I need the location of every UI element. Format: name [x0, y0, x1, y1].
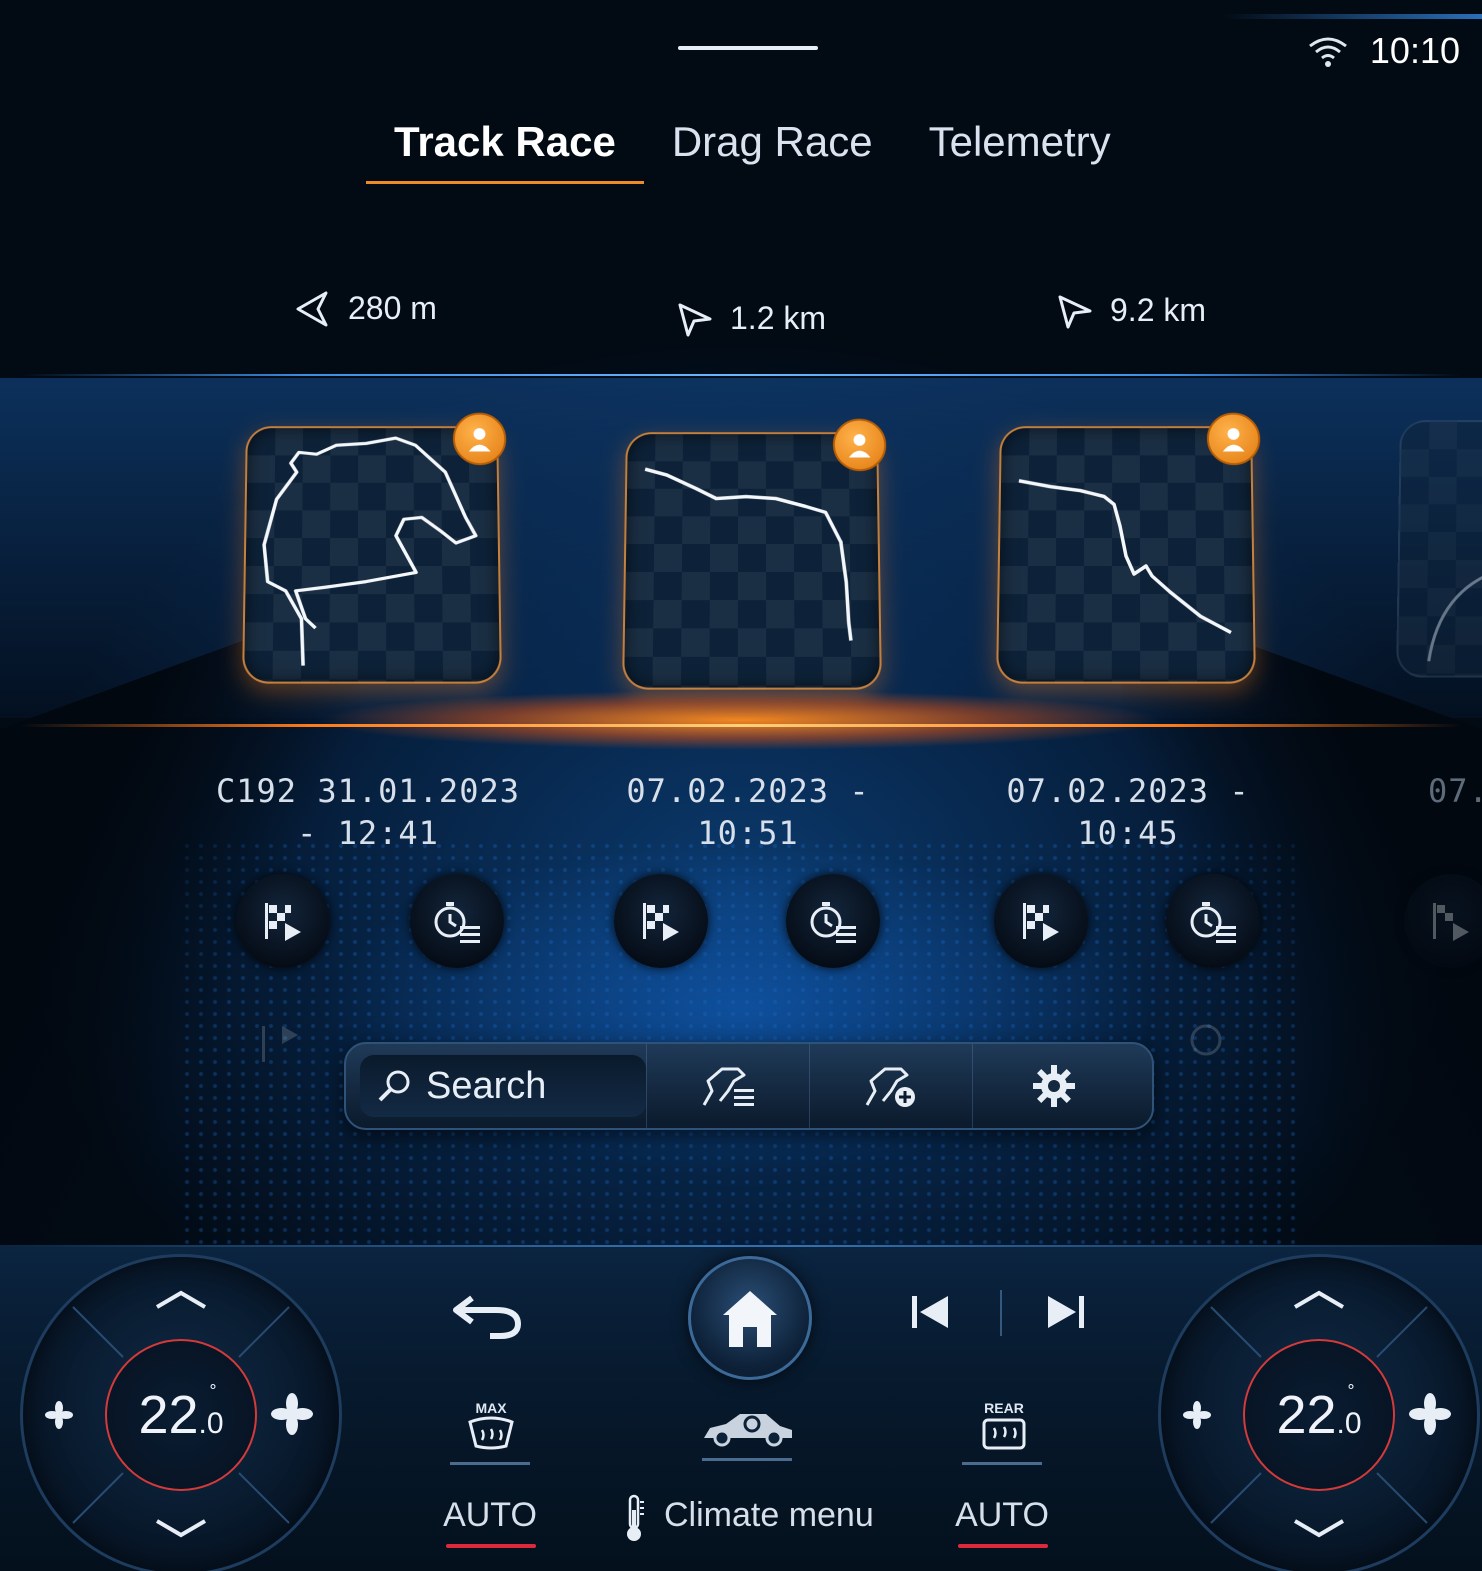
- direction-arrow-icon: [296, 291, 328, 326]
- track-date-4: 07.: [1428, 772, 1482, 810]
- stopwatch-list-icon: [434, 902, 480, 943]
- start-race-button[interactable]: [994, 874, 1088, 968]
- track-toolbar: Search: [344, 1042, 1154, 1130]
- chevron-up-icon[interactable]: [153, 1287, 209, 1311]
- home-button[interactable]: [688, 1256, 812, 1380]
- media-divider: [1000, 1290, 1002, 1336]
- track-card-4[interactable]: [1396, 420, 1482, 678]
- right-auto-label[interactable]: AUTO: [942, 1496, 1062, 1535]
- mode-tabs: Track Race Drag Race Telemetry: [366, 110, 1139, 184]
- fan-high-icon[interactable]: [1409, 1393, 1451, 1435]
- checkered-flag-play-icon: [643, 903, 679, 941]
- add-track-button[interactable]: [809, 1044, 972, 1128]
- previous-track-icon[interactable]: [908, 1292, 952, 1332]
- start-race-button[interactable]: [236, 874, 330, 968]
- reflection-flag-icon: [262, 1026, 298, 1062]
- rear-defrost-indicator: [962, 1462, 1042, 1465]
- track-race-screen: 10:10 Track Race Drag Race Telemetry 280…: [0, 0, 1482, 1571]
- direction-arrow-icon: [1058, 295, 1092, 328]
- lap-times-button[interactable]: [786, 874, 880, 968]
- user-badge-icon: [1206, 412, 1261, 466]
- recirculation-indicator: [702, 1458, 792, 1461]
- chevron-up-icon[interactable]: [1291, 1287, 1347, 1311]
- left-temp-value: 22: [138, 1385, 199, 1445]
- track-map-4: [1398, 422, 1482, 675]
- track-card-3[interactable]: [996, 412, 1261, 684]
- chevron-down-icon[interactable]: [1291, 1517, 1347, 1541]
- settings-button[interactable]: [972, 1044, 1135, 1128]
- rear-defrost-label: REAR: [984, 1400, 1024, 1416]
- track-distance-3: 9.2 km: [1056, 292, 1206, 329]
- checkered-flag-play-icon: [265, 903, 301, 941]
- max-defrost-label: MAX: [475, 1400, 507, 1416]
- stopwatch-list-icon: [1190, 902, 1236, 943]
- right-temp-decimal: .0: [1336, 1407, 1362, 1440]
- left-auto-label[interactable]: AUTO: [430, 1496, 550, 1535]
- rear-defrost-icon[interactable]: [980, 1416, 1028, 1456]
- wifi-icon: [1308, 37, 1347, 67]
- track-card-1[interactable]: [242, 412, 507, 684]
- next-track-icon[interactable]: [1044, 1292, 1088, 1332]
- track-date-1: C192 31.01.2023 - 12:41: [216, 772, 520, 852]
- track-map-2: [624, 434, 880, 687]
- checkered-flag-play-icon: [1433, 903, 1469, 941]
- lap-times-button[interactable]: [1166, 874, 1260, 968]
- left-auto-indicator: [446, 1544, 536, 1548]
- track-distance-1: 280 m: [296, 290, 437, 327]
- track-map-1: [244, 428, 500, 681]
- horizon-glow-line: [20, 374, 1462, 376]
- track-list-icon: [702, 1067, 754, 1106]
- top-glow: [1222, 14, 1482, 19]
- drag-handle[interactable]: [678, 46, 818, 50]
- clock: 10:10: [1369, 30, 1460, 71]
- fan-low-icon[interactable]: [45, 1401, 73, 1429]
- degree-symbol: °: [1347, 1381, 1355, 1400]
- left-temperature-dial[interactable]: 22.0 °: [20, 1254, 342, 1571]
- search-icon: [378, 1070, 410, 1102]
- max-defrost-indicator: [450, 1462, 530, 1465]
- thermometer-icon: [627, 1494, 644, 1541]
- track-card-2[interactable]: [622, 418, 887, 690]
- gear-icon: [1033, 1065, 1075, 1107]
- add-track-icon: [865, 1067, 915, 1107]
- track-map-3: [998, 428, 1254, 681]
- reflection-stopwatch-icon: [1190, 1024, 1222, 1056]
- user-badge-icon: [452, 412, 507, 466]
- home-icon: [723, 1291, 777, 1347]
- user-badge-icon: [832, 418, 887, 472]
- left-temperature-display: 22.0 °: [105, 1339, 257, 1491]
- right-auto-indicator: [958, 1544, 1048, 1548]
- left-temp-decimal: .0: [198, 1407, 224, 1440]
- search-label: Search: [426, 1064, 547, 1107]
- checkered-flag-play-icon: [1023, 903, 1059, 941]
- car-recirculation-icon[interactable]: [700, 1408, 796, 1448]
- track-date-3: 07.02.2023 - 10:45: [1006, 772, 1250, 852]
- climate-bar-divider: [0, 1245, 1482, 1247]
- orange-glow-line: [20, 724, 1462, 727]
- max-defrost-icon[interactable]: [466, 1416, 516, 1456]
- right-temp-value: 22: [1276, 1385, 1337, 1445]
- lap-times-button[interactable]: [410, 874, 504, 968]
- tab-track-race[interactable]: Track Race: [366, 110, 644, 184]
- track-list-button[interactable]: [646, 1044, 809, 1128]
- chevron-down-icon[interactable]: [153, 1517, 209, 1541]
- stopwatch-list-icon: [810, 902, 856, 943]
- tab-drag-race[interactable]: Drag Race: [644, 110, 901, 184]
- tab-telemetry[interactable]: Telemetry: [901, 110, 1139, 184]
- degree-symbol: °: [209, 1381, 217, 1400]
- track-distance-2: 1.2 km: [676, 300, 826, 337]
- fan-low-icon[interactable]: [1183, 1401, 1211, 1429]
- right-temperature-dial[interactable]: 22.0 °: [1158, 1254, 1480, 1571]
- back-icon[interactable]: [450, 1290, 524, 1342]
- status-bar: 10:10: [1308, 30, 1460, 72]
- climate-menu-button[interactable]: Climate menu: [664, 1496, 874, 1535]
- start-race-button[interactable]: [614, 874, 708, 968]
- search-input[interactable]: Search: [360, 1055, 646, 1117]
- right-temperature-display: 22.0 °: [1243, 1339, 1395, 1491]
- track-date-2: 07.02.2023 - 10:51: [626, 772, 870, 852]
- fan-high-icon[interactable]: [271, 1393, 313, 1435]
- direction-arrow-icon: [678, 303, 712, 336]
